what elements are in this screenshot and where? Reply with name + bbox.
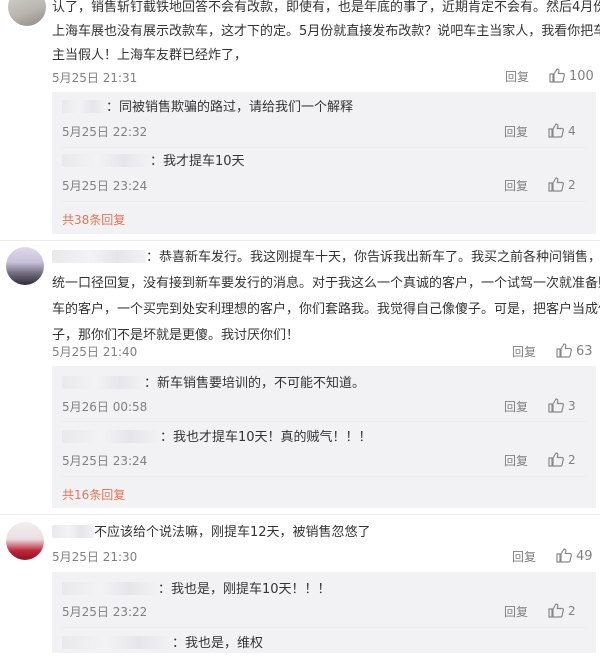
more-replies-link[interactable]: 共38条回复 — [62, 212, 125, 228]
comment-divider — [0, 240, 600, 241]
like-count: 4 — [568, 124, 576, 138]
blurred-username[interactable] — [62, 430, 160, 443]
reply-button[interactable]: 回复 — [504, 399, 528, 415]
avatar[interactable] — [8, 0, 46, 26]
divider — [62, 147, 586, 148]
sub-reply-timestamp: 5月25日 23:24 — [62, 179, 148, 193]
comment-timestamp: 5月25日 21:30 — [52, 550, 138, 564]
like-count: 2 — [568, 178, 576, 192]
avatar[interactable] — [6, 522, 44, 560]
like-count: 3 — [568, 399, 576, 413]
sub-reply-text: ：新车销售要培训的，不可能不知道。 — [62, 372, 365, 396]
sub-reply-content: ：新车销售要培训的，不可能不知道。 — [144, 376, 366, 391]
blurred-username[interactable] — [62, 582, 158, 595]
thumbs-up-icon — [548, 123, 564, 138]
blurred-username[interactable] — [62, 636, 172, 649]
thumbs-up-icon — [548, 398, 564, 413]
like-count: 2 — [568, 453, 576, 467]
thumbs-up-icon — [548, 452, 564, 467]
like-button[interactable]: 100 — [549, 68, 594, 85]
more-replies-link[interactable]: 共16条回复 — [62, 487, 125, 503]
comment-text-line: 主当假人！上海车友群已经炸了， — [52, 48, 248, 63]
like-button[interactable]: 4 — [548, 123, 576, 139]
like-button[interactable]: 3 — [548, 398, 576, 414]
reply-button[interactable]: 回复 — [505, 69, 529, 85]
reply-button[interactable]: 回复 — [504, 124, 528, 140]
reply-button[interactable]: 回复 — [504, 453, 528, 469]
comment-timestamp: 5月25日 21:31 — [52, 71, 138, 85]
reply-button[interactable]: 回复 — [512, 344, 536, 360]
blurred-username[interactable] — [52, 525, 94, 538]
like-button[interactable]: 2 — [548, 603, 576, 619]
comment-text-line: 车的客户，一个买完到处安利理想的客户，你们套路我。我觉得自己像傻子。可是，把客户… — [52, 302, 600, 317]
comment-text-line: 统一口径回复，没有接到新车要发行的消息。对于我这么一个真诚的客户，一个试驾一次就… — [52, 276, 600, 291]
sub-reply-timestamp: 5月25日 23:24 — [62, 454, 148, 468]
avatar[interactable] — [6, 247, 44, 285]
like-count: 100 — [569, 69, 594, 84]
divider — [62, 627, 586, 628]
comment-text-line: 认了，销售斩钉截铁地回答不会有改款，即使有，也是年底的事了，近期肯定不会有。然后… — [52, 0, 600, 15]
comment-timestamp: 5月25日 21:40 — [52, 345, 138, 359]
reply-button[interactable]: 回复 — [504, 604, 528, 620]
sub-reply-content: ：我也是，刚提车10天！！！ — [158, 582, 331, 597]
sub-reply-content: ：我才提车10天 — [150, 154, 245, 169]
comment-text-line: ：恭喜新车发行。我这刚提车十天，你告诉我出新车了。我买之前各种问销售， — [52, 246, 600, 270]
comment-text-line: 上海车展也没有展示改款车，这才下的定。5月份就直接发布改款？说吧车主当家人，我看… — [52, 24, 600, 39]
like-button[interactable]: 63 — [556, 343, 593, 360]
like-count: 63 — [576, 344, 593, 359]
sub-reply-content: ：同被销售欺骗的路过，请给我们一个解释 — [106, 100, 354, 115]
divider — [62, 201, 586, 202]
sub-reply-timestamp: 5月25日 22:32 — [62, 125, 148, 139]
comment-text-line: 不应该给个说法嘛，刚提车12天，被销售忽悠了 — [52, 521, 371, 545]
thumbs-up-icon — [556, 343, 572, 358]
sub-reply-text: ：同被销售欺骗的路过，请给我们一个解释 — [62, 96, 353, 120]
sub-reply-timestamp: 5月26日 00:58 — [62, 400, 148, 414]
blurred-username[interactable] — [62, 376, 144, 389]
divider — [62, 421, 586, 422]
thumbs-up-icon — [556, 548, 572, 563]
sub-reply-content: ：我也是，维权 — [172, 636, 264, 651]
like-button[interactable]: 2 — [548, 452, 576, 468]
thumbs-up-icon — [549, 68, 565, 83]
sub-reply-timestamp: 5月25日 23:22 — [62, 605, 148, 619]
blurred-username[interactable] — [62, 100, 106, 113]
reply-button[interactable]: 回复 — [512, 549, 536, 565]
thumbs-up-icon — [548, 603, 564, 618]
like-button[interactable]: 49 — [556, 548, 593, 565]
sub-reply-text: ：我也是，维权 — [62, 632, 263, 656]
comment-text-first: 不应该给个说法嘛，刚提车12天，被销售忽悠了 — [94, 525, 371, 540]
reply-button[interactable]: 回复 — [504, 178, 528, 194]
comment-text-first: ：恭喜新车发行。我这刚提车十天，你告诉我出新车了。我买之前各种问销售， — [146, 250, 600, 265]
like-count: 49 — [576, 549, 593, 564]
like-button[interactable]: 2 — [548, 177, 576, 193]
sub-reply-text: ：我也才提车10天！真的贼气！！！ — [62, 426, 372, 450]
like-count: 2 — [568, 604, 576, 618]
divider — [62, 476, 586, 477]
sub-reply-text: ：我才提车10天 — [62, 150, 245, 174]
comment-divider — [0, 514, 600, 515]
blurred-username[interactable] — [52, 250, 146, 263]
blurred-username[interactable] — [62, 154, 150, 167]
thumbs-up-icon — [548, 177, 564, 192]
sub-reply-text: ：我也是，刚提车10天！！！ — [62, 578, 331, 602]
sub-reply-content: ：我也才提车10天！真的贼气！！！ — [160, 430, 372, 445]
